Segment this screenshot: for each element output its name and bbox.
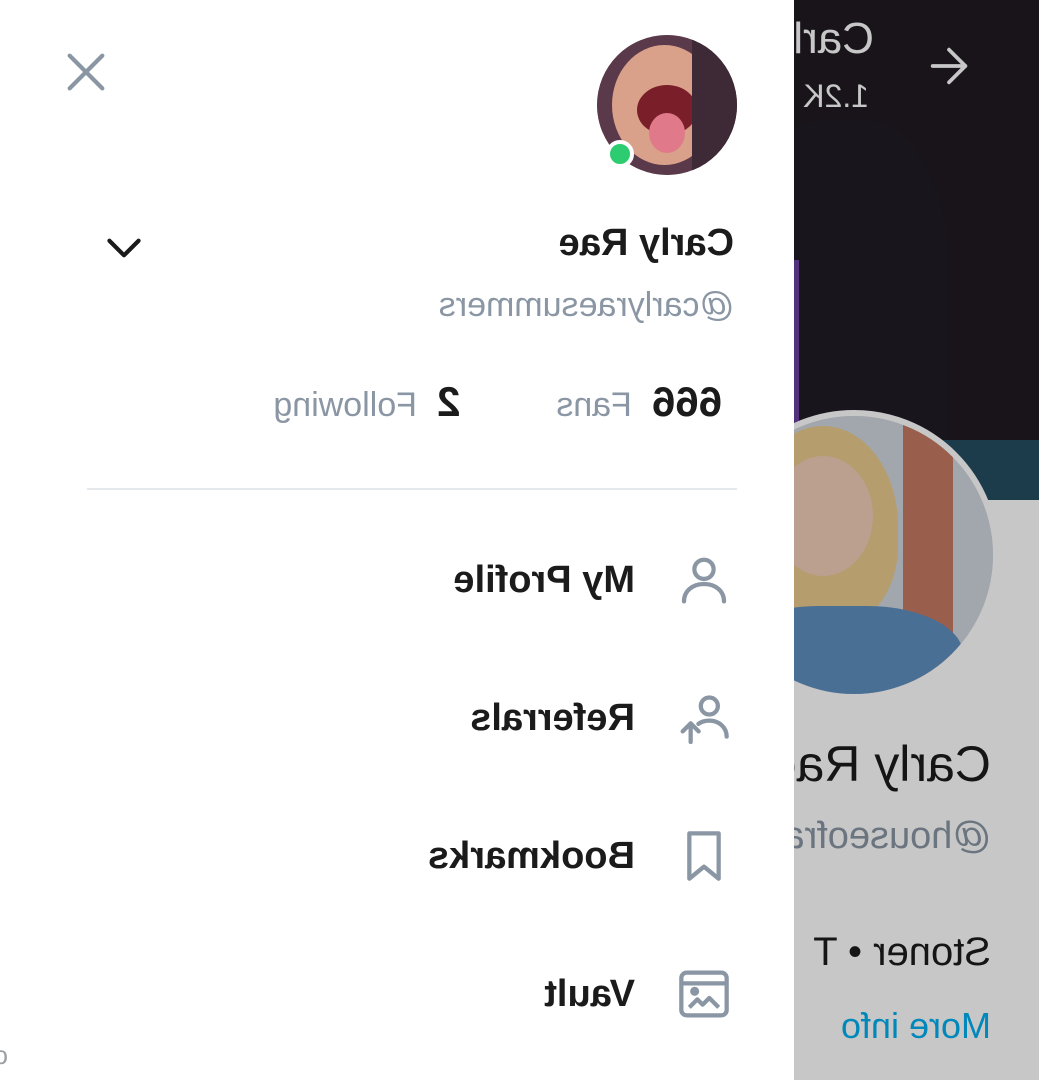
online-status-dot — [606, 140, 634, 168]
profile-stats: 666 Fans 2 Following — [273, 378, 722, 428]
menu-label-bookmarks: Bookmarks — [428, 834, 635, 877]
close-icon[interactable] — [58, 44, 114, 100]
menu-label-vault: Vault — [544, 972, 635, 1015]
screen: Carly Rae 1.2K Carly Rae @houseofrae Sto… — [0, 0, 1039, 1080]
menu-label-my-profile: My Profile — [453, 558, 635, 601]
watermark-text: carlyraesummers — [0, 1040, 8, 1071]
fans-label[interactable]: Fans — [556, 386, 632, 425]
menu-item-referrals[interactable]: Referrals — [137, 678, 737, 758]
chevron-down-icon[interactable] — [99, 222, 149, 272]
menu-label-referrals: Referrals — [470, 696, 635, 739]
person-icon — [671, 547, 737, 613]
vault-icon — [671, 961, 737, 1027]
divider — [87, 488, 737, 490]
menu-item-bookmarks[interactable]: Bookmarks — [137, 816, 737, 896]
side-drawer: Carly Rae @carlyraesummers 666 Fans 2 Fo… — [0, 0, 794, 1080]
menu-item-my-profile[interactable]: My Profile — [137, 540, 737, 620]
menu-item-vault[interactable]: Vault — [137, 954, 737, 1034]
fans-count[interactable]: 666 — [652, 378, 722, 426]
following-label[interactable]: Following — [273, 386, 417, 425]
bookmark-icon — [671, 823, 737, 889]
referral-icon — [671, 685, 737, 751]
username-handle: @carlyraesummers — [438, 286, 734, 324]
following-count[interactable]: 2 — [437, 378, 460, 426]
display-name: Carly Rae — [558, 222, 734, 264]
